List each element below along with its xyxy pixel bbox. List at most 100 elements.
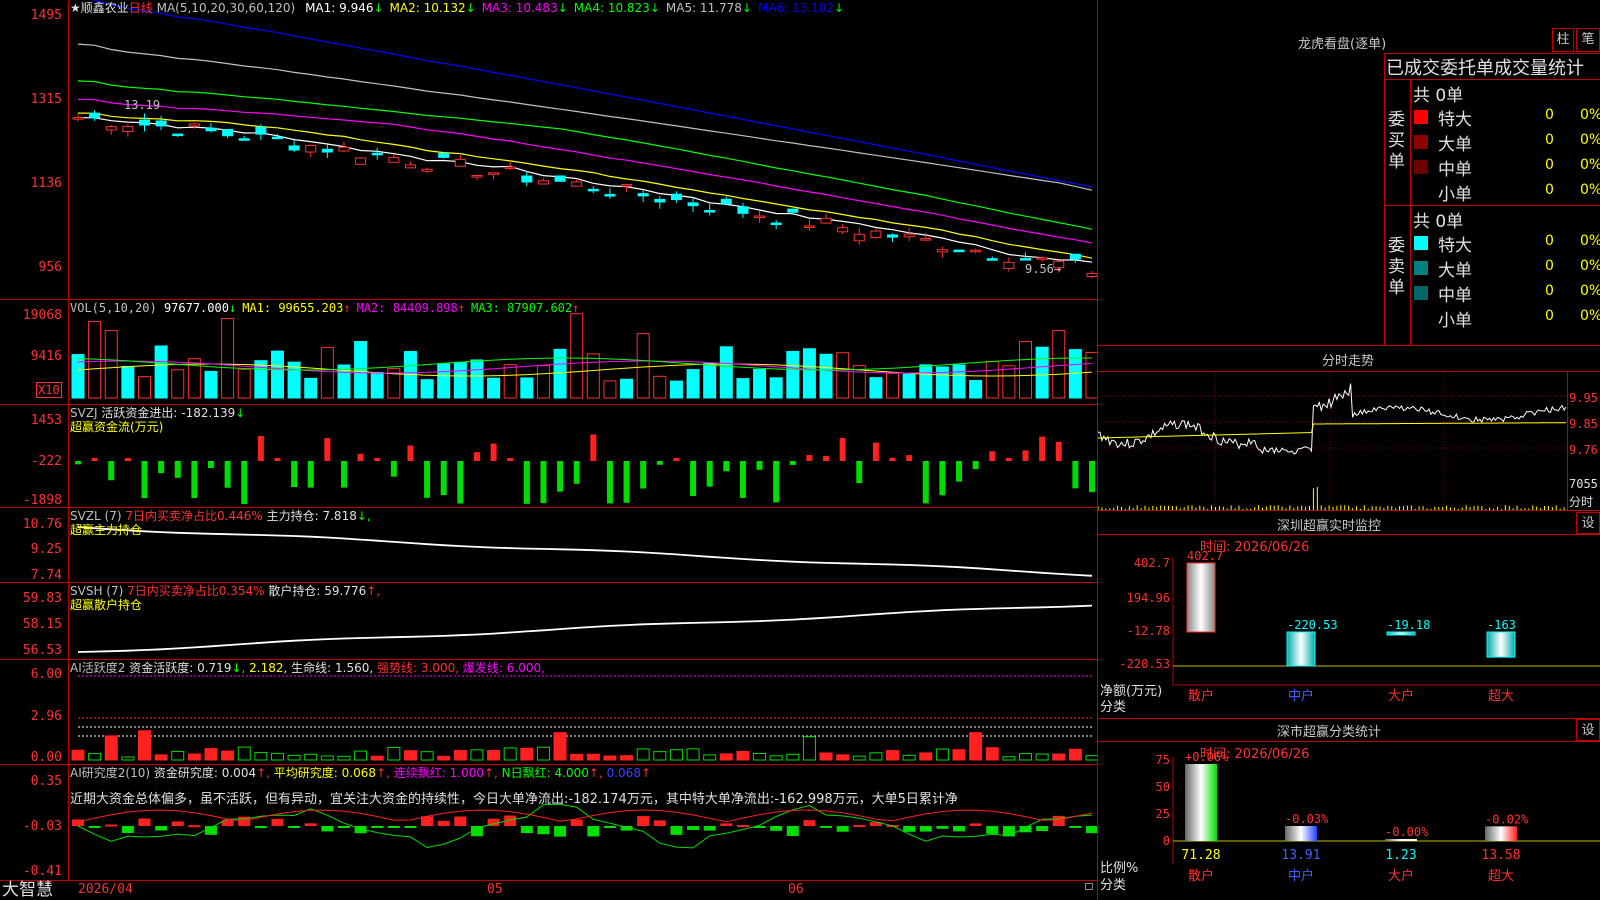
candle-body [604,194,616,197]
candle-body [637,193,649,197]
volume-bar [869,377,883,399]
research-bar [121,826,134,833]
activity-bar [387,746,401,761]
money-flow-bar [972,461,979,470]
activity-bar [221,750,235,761]
research-bar [1036,826,1049,832]
activity-bar [420,751,434,761]
main-legend: ★顺鑫农业日线 MA(5,10,20,30,60,120) MA1: 9.946… [70,1,844,15]
activity-bar [437,755,451,761]
volume-bar [952,364,966,399]
chart-canvas[interactable] [0,0,1098,900]
research-bar [703,826,716,831]
arrow-icon: ↑, [588,766,603,780]
activity-bar [753,752,767,761]
volume-bar [470,359,484,399]
ma-legend-item: MA1: 99655.203 [242,301,344,315]
fenshi-chart[interactable] [1098,372,1568,510]
tick-mode-button[interactable]: 笔 [1576,28,1600,52]
ai2-v4: 4.000 [554,766,589,780]
candle-body [787,208,799,213]
volume-bar [902,373,916,399]
volume-bar [420,379,434,399]
candle-body [271,136,283,140]
pct-label: 13.91 [1281,848,1320,863]
money-flow-bar [108,461,115,481]
ai1-v1: 0.719 [197,661,232,675]
ai2-name: AI研究度2(10) [70,766,151,780]
divider [1567,372,1568,510]
money-flow-bar [507,458,514,461]
ma-legend-item: MA1: 9.946 [305,1,374,15]
volume-bar [786,350,800,399]
order-count: 0 [1545,258,1554,274]
volume-bar [985,360,999,399]
candle-body [471,175,483,178]
money-flow-bar [357,453,364,461]
candle-body [670,193,682,201]
activity-bar [1019,753,1033,761]
research-bar [437,820,450,826]
volume-bar [703,362,717,399]
volume-bar [935,366,949,399]
fenshi-unit: 分时 [1569,495,1594,509]
svzj-legend: SVZJ 活跃资金进出: -182.139↓ [70,406,245,420]
activity-bar [320,755,334,761]
svsh-value: 59.776 [324,584,367,598]
activity-bar [1002,756,1016,761]
volume-bar [121,365,135,399]
money-flow-bar [1072,461,1079,489]
ai1-d1: 资金活跃度: [129,661,194,675]
order-type-label: 小单 [1438,311,1472,331]
candle-body [105,126,117,131]
delta-label: -0.02% [1485,812,1529,826]
arrow-icon: ↑ [640,766,652,780]
ai2-d2: 平均研究度: [273,766,338,780]
money-flow-bar [872,442,879,461]
y-tick: -12.78 [1127,624,1170,638]
activity-bar [88,753,102,761]
money-flow-bar [473,452,480,461]
research-bar [88,826,101,828]
volume-bar [270,350,284,399]
research-bar [387,826,400,828]
delta-label: -0.00% [1385,825,1429,839]
divider [0,299,1098,300]
research-bar [138,818,151,826]
bar-mode-button[interactable]: 柱 [1552,28,1574,52]
settings-button[interactable]: 设 [1576,719,1600,741]
candle-body [355,157,367,165]
candle-body [870,230,882,238]
activity-bar [570,753,584,761]
activity-bar [287,754,301,761]
research-bar [587,826,600,837]
money-flow-bar [224,461,231,488]
candle-body [321,148,333,153]
activity-bar [586,753,600,761]
money-flow-bar [158,461,165,474]
activity-bar [1052,753,1066,761]
ai1-v5: 6.000, [506,661,545,675]
period-label[interactable]: 日线 [129,1,153,15]
ratio-bar [1385,839,1417,841]
y-tick: 59.83 [22,591,62,606]
activity-bar [121,756,135,761]
y-tick: 2.96 [30,709,62,724]
candle-body [305,144,317,153]
order-type-label: 中单 [1438,286,1472,306]
arrow-icon: ↑ [457,301,465,315]
research-bar [903,826,916,832]
candle-body [454,158,466,167]
activity-bar [653,751,667,761]
candle-body [837,227,849,233]
money-flow-bar [241,461,248,505]
candle-body [687,202,699,207]
money-flow-bar [324,437,331,461]
candle-body [737,206,749,214]
y-tick: 58.15 [22,617,62,632]
lock-icon[interactable] [1085,883,1093,890]
settings-button[interactable]: 设 [1576,512,1600,534]
activity-bar [703,754,717,761]
ai1-name: AI活跃度2 [70,661,126,675]
y-tick: 9.25 [30,542,62,557]
